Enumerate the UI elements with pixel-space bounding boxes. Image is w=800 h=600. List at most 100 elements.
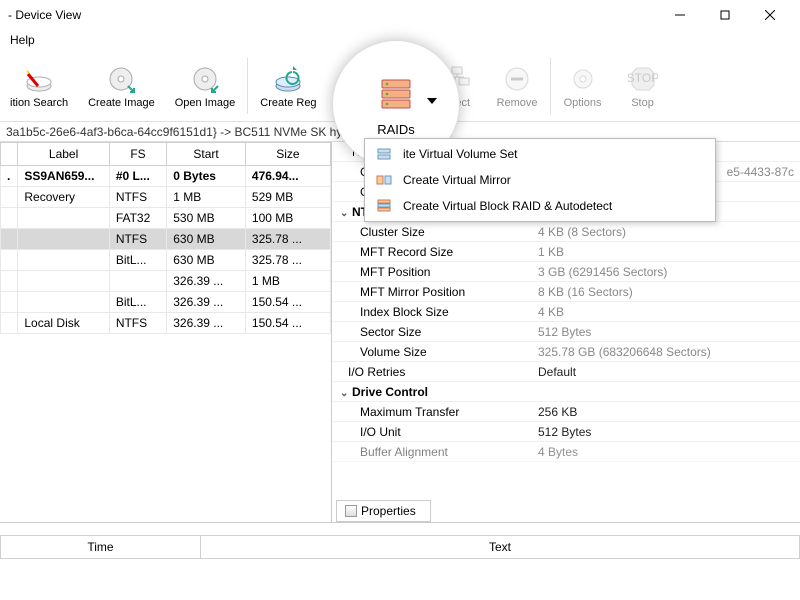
- disc-export-icon: [105, 63, 137, 95]
- toolbar-separator: [550, 58, 551, 114]
- region-icon: [272, 63, 304, 95]
- prop-row[interactable]: I/O Unit512 Bytes: [332, 422, 800, 442]
- col-text[interactable]: Text: [201, 536, 800, 559]
- col-time[interactable]: Time: [1, 536, 201, 559]
- toolbar-label: Remove: [497, 97, 538, 109]
- row-handle: [1, 313, 18, 334]
- cell-label: Recovery: [18, 187, 109, 208]
- prop-row[interactable]: Cluster Size4 KB (8 Sectors): [332, 222, 800, 242]
- window-title: - Device View: [8, 8, 81, 22]
- options-button[interactable]: Options: [553, 52, 613, 120]
- menu-help[interactable]: Help: [4, 31, 41, 49]
- svg-text:STOP: STOP: [628, 71, 658, 85]
- prop-val: 8 KB (16 Sectors): [532, 285, 800, 299]
- device-table[interactable]: Label FS Start Size .SS9AN659...#0 L...0…: [0, 142, 331, 334]
- prop-key: MFT Position: [332, 265, 532, 279]
- row-handle: [1, 271, 18, 292]
- row-handle: [1, 292, 18, 313]
- remove-button[interactable]: Remove: [487, 52, 548, 120]
- prop-key: I/O Unit: [332, 425, 532, 439]
- disc-import-icon: [189, 63, 221, 95]
- prop-row[interactable]: MFT Record Size1 KB: [332, 242, 800, 262]
- table-row[interactable]: RecoveryNTFS1 MB529 MB: [1, 187, 331, 208]
- cell-start: 630 MB: [167, 229, 246, 250]
- table-row[interactable]: BitL...326.39 ...150.54 ...: [1, 292, 331, 313]
- properties-icon: [345, 505, 357, 517]
- row-handle: [1, 250, 18, 271]
- cell-size: 476.94...: [245, 166, 330, 187]
- tab-strip: Properties: [336, 498, 431, 522]
- cell-fs: [109, 271, 166, 292]
- menu-create-virtual-mirror[interactable]: Create Virtual Mirror: [367, 167, 713, 193]
- cell-fs: BitL...: [109, 292, 166, 313]
- cell-start: 0 Bytes: [167, 166, 246, 187]
- stop-button[interactable]: STOP Stop: [613, 52, 673, 120]
- tab-label: Properties: [361, 504, 416, 518]
- table-row[interactable]: 326.39 ...1 MB: [1, 271, 331, 292]
- row-handle: [1, 229, 18, 250]
- stop-icon: STOP: [627, 63, 659, 95]
- chevron-down-icon[interactable]: ⌄: [340, 388, 352, 399]
- prop-row[interactable]: MFT Position3 GB (6291456 Sectors): [332, 262, 800, 282]
- cell-fs: NTFS: [109, 229, 166, 250]
- cell-start: 630 MB: [167, 250, 246, 271]
- table-row[interactable]: .SS9AN659...#0 L...0 Bytes476.94...: [1, 166, 331, 187]
- create-region-button[interactable]: Create Reg: [250, 52, 326, 120]
- table-row[interactable]: NTFS630 MB325.78 ...: [1, 229, 331, 250]
- cell-label: [18, 250, 109, 271]
- table-row[interactable]: Local DiskNTFS326.39 ...150.54 ...: [1, 313, 331, 334]
- chevron-down-icon[interactable]: [427, 95, 437, 109]
- prop-val: 1 KB: [532, 245, 800, 259]
- col-size[interactable]: Size: [245, 143, 330, 166]
- cell-fs: FAT32: [109, 208, 166, 229]
- row-handle-header[interactable]: [1, 143, 18, 166]
- prop-val: 325.78 GB (683206648 Sectors): [532, 345, 800, 359]
- cell-fs: NTFS: [109, 313, 166, 334]
- table-row[interactable]: FAT32530 MB100 MB: [1, 208, 331, 229]
- raids-dropdown: ite Virtual Volume Set Create Virtual Mi…: [364, 138, 716, 222]
- maximize-button[interactable]: [702, 1, 747, 29]
- menu-create-virtual-volume-set[interactable]: ite Virtual Volume Set: [367, 141, 713, 167]
- prop-row[interactable]: MFT Mirror Position8 KB (16 Sectors): [332, 282, 800, 302]
- open-image-button[interactable]: Open Image: [165, 52, 246, 120]
- col-label[interactable]: Label: [18, 143, 109, 166]
- log-panel: Time Text: [0, 522, 800, 560]
- search-icon: [23, 63, 55, 95]
- titlebar: - Device View: [0, 0, 800, 30]
- cell-size: 325.78 ...: [245, 250, 330, 271]
- prop-group[interactable]: ⌄Drive Control: [332, 382, 800, 402]
- prop-row[interactable]: Sector Size512 Bytes: [332, 322, 800, 342]
- col-start[interactable]: Start: [167, 143, 246, 166]
- close-button[interactable]: [747, 1, 792, 29]
- tab-properties[interactable]: Properties: [336, 500, 431, 522]
- table-row[interactable]: BitL...630 MB325.78 ...: [1, 250, 331, 271]
- prop-key: Cluster Size: [332, 225, 532, 239]
- row-handle: .: [1, 166, 18, 187]
- minimize-button[interactable]: [657, 1, 702, 29]
- cell-start: 326.39 ...: [167, 271, 246, 292]
- cell-label: [18, 208, 109, 229]
- prop-val: 4 KB (8 Sectors): [532, 225, 800, 239]
- prop-row[interactable]: Maximum Transfer256 KB: [332, 402, 800, 422]
- prop-key: Volume Size: [332, 345, 532, 359]
- cell-size: 325.78 ...: [245, 229, 330, 250]
- prop-val: 256 KB: [532, 405, 800, 419]
- col-fs[interactable]: FS: [109, 143, 166, 166]
- prop-val: Default: [532, 365, 800, 379]
- cell-label: Local Disk: [18, 313, 109, 334]
- prop-row[interactable]: I/O RetriesDefault: [332, 362, 800, 382]
- toolbar-label: RAIDs: [377, 122, 415, 137]
- toolbar-label: ition Search: [10, 97, 68, 109]
- chevron-down-icon[interactable]: ⌄: [340, 208, 352, 219]
- partition-search-button[interactable]: ition Search: [0, 52, 78, 120]
- prop-row[interactable]: Buffer Alignment4 Bytes: [332, 442, 800, 462]
- create-image-button[interactable]: Create Image: [78, 52, 165, 120]
- menu-create-virtual-block-raid[interactable]: Create Virtual Block RAID & Autodetect: [367, 193, 713, 219]
- cell-fs: BitL...: [109, 250, 166, 271]
- prop-key: ⌄Drive Control: [332, 385, 532, 399]
- log-table[interactable]: Time Text: [0, 535, 800, 559]
- prop-row[interactable]: Volume Size325.78 GB (683206648 Sectors): [332, 342, 800, 362]
- prop-row[interactable]: Index Block Size4 KB: [332, 302, 800, 322]
- cell-size: 1 MB: [245, 271, 330, 292]
- prop-key: Sector Size: [332, 325, 532, 339]
